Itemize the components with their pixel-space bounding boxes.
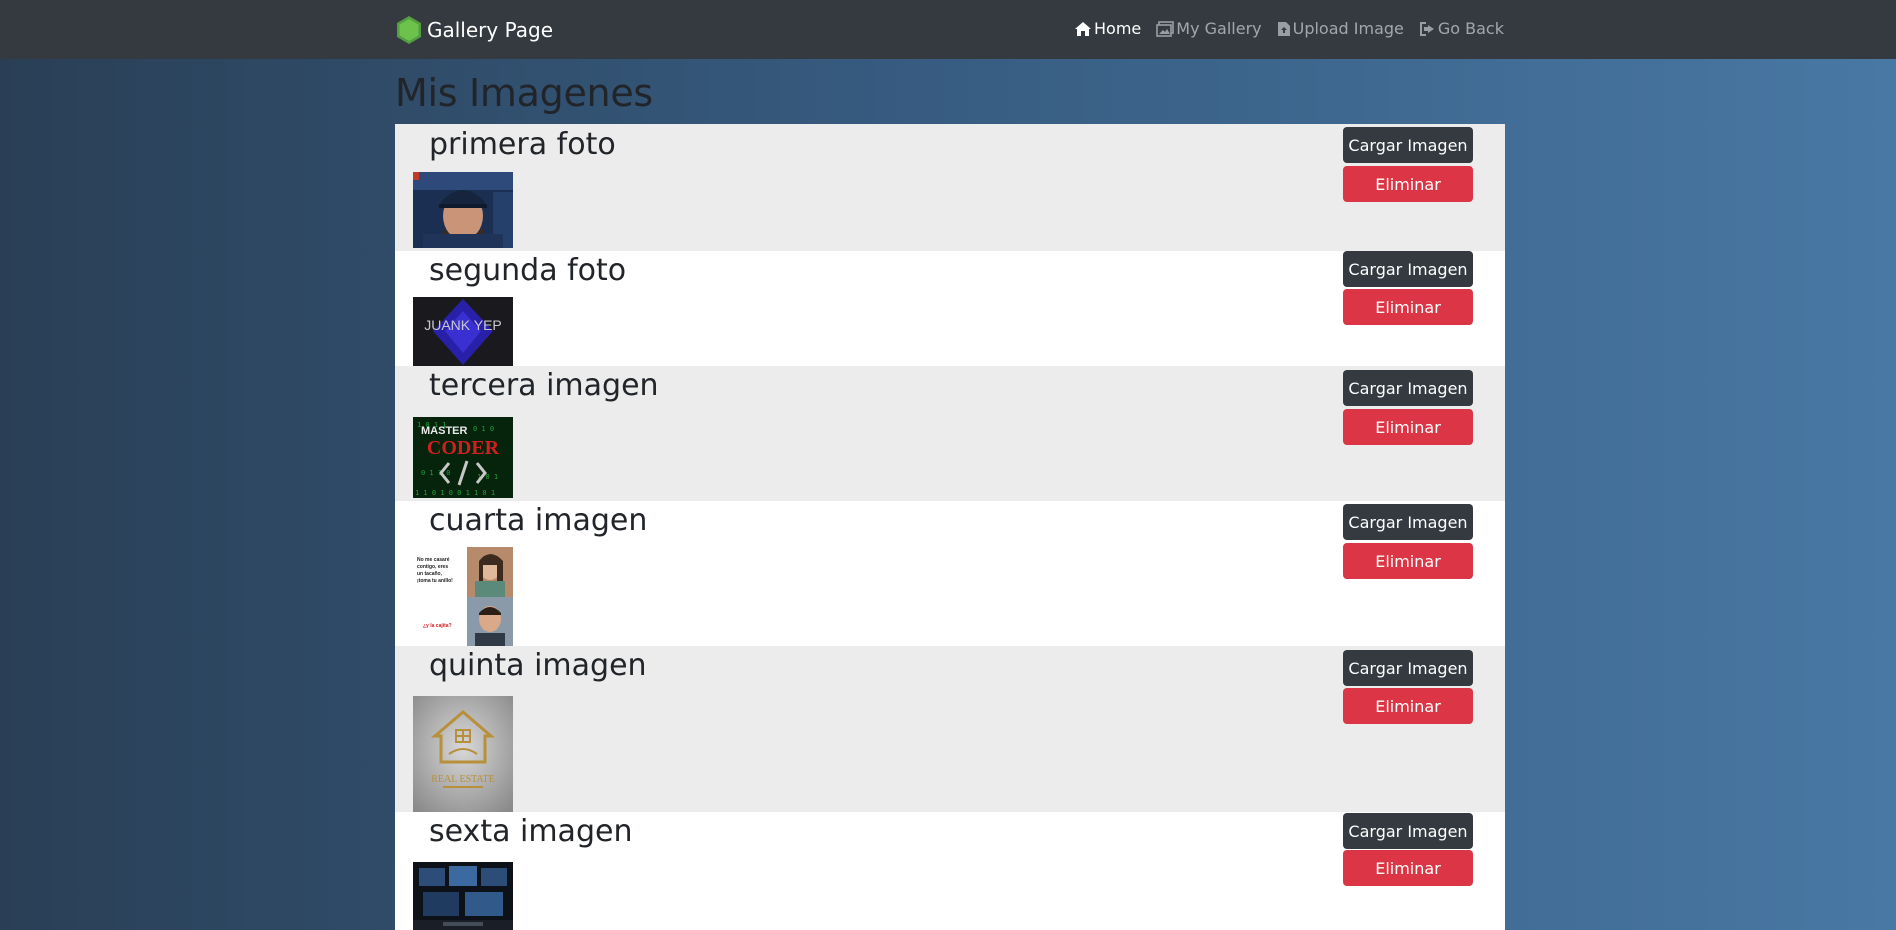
item-title: cuarta imagen xyxy=(429,503,648,538)
nav-upload-image-link[interactable]: Upload Image xyxy=(1277,19,1404,38)
page-title: Mis Imagenes xyxy=(395,71,653,115)
delete-button[interactable]: Eliminar xyxy=(1343,850,1473,886)
item-title: tercera imagen xyxy=(429,368,659,403)
nav-go-back-label: Go Back xyxy=(1437,19,1504,38)
item-thumbnail: REAL ESTATE xyxy=(413,696,513,812)
images-icon xyxy=(1156,20,1176,37)
gallery-item: cuarta imagen No me casaré contigo, eres… xyxy=(395,501,1505,646)
nav-my-gallery-label: My Gallery xyxy=(1176,19,1262,38)
nodejs-logo-icon xyxy=(394,15,424,45)
gallery-item: quinta imagen REAL ESTATE Cargar Imagen … xyxy=(395,646,1505,812)
delete-button[interactable]: Eliminar xyxy=(1343,166,1473,202)
upload-image-button[interactable]: Cargar Imagen xyxy=(1343,370,1473,406)
gallery-list: primera foto Cargar Imagen Eliminar segu… xyxy=(395,124,1505,930)
nav-my-gallery-link[interactable]: My Gallery xyxy=(1156,19,1262,38)
upload-image-button[interactable]: Cargar Imagen xyxy=(1343,127,1473,163)
item-title: sexta imagen xyxy=(429,814,633,849)
navbar: Gallery Page Home My Gallery Upload Imag… xyxy=(0,0,1896,59)
item-thumbnail xyxy=(413,862,513,930)
delete-button[interactable]: Eliminar xyxy=(1343,543,1473,579)
svg-text:0 1 0: 0 1 0 xyxy=(473,425,494,433)
nav-home-link[interactable]: Home xyxy=(1074,19,1141,38)
nav-home-label: Home xyxy=(1094,19,1142,38)
svg-text:contigo, eres: contigo, eres xyxy=(417,564,448,570)
svg-text:un tacaño,: un tacaño, xyxy=(417,571,443,577)
svg-text:CODER: CODER xyxy=(427,437,500,459)
item-title: quinta imagen xyxy=(429,648,647,683)
delete-button[interactable]: Eliminar xyxy=(1343,409,1473,445)
svg-text:1 1 0 1 0 0 1 1 0 1: 1 1 0 1 0 0 1 1 0 1 xyxy=(415,489,495,497)
brand-link[interactable]: Gallery Page xyxy=(394,15,553,45)
svg-text:0 1 1 0: 0 1 1 0 xyxy=(421,469,451,477)
gallery-item: segunda foto JUANK YEP Cargar Imagen Eli… xyxy=(395,251,1505,367)
item-title: segunda foto xyxy=(429,253,627,288)
item-title: primera foto xyxy=(429,127,616,162)
svg-text:¿y la cajita?: ¿y la cajita? xyxy=(423,623,452,629)
nav-go-back-link[interactable]: Go Back xyxy=(1419,19,1504,38)
delete-button[interactable]: Eliminar xyxy=(1343,289,1473,325)
upload-image-button[interactable]: Cargar Imagen xyxy=(1343,650,1473,686)
item-thumbnail: 1 0 1 10 1 0 0 1 1 01 0 1 1 1 0 1 0 0 1 … xyxy=(413,417,513,498)
thumb-caption: JUANK YEP xyxy=(424,317,502,333)
brand-title: Gallery Page xyxy=(427,18,554,42)
item-thumbnail xyxy=(413,172,513,248)
gallery-item: primera foto Cargar Imagen Eliminar xyxy=(395,124,1505,251)
gallery-item: sexta imagen Cargar Imagen Eliminar xyxy=(395,812,1505,930)
svg-text:¡toma tu anillo!: ¡toma tu anillo! xyxy=(417,578,453,584)
delete-button[interactable]: Eliminar xyxy=(1343,688,1473,724)
upload-image-button[interactable]: Cargar Imagen xyxy=(1343,813,1473,849)
home-icon xyxy=(1074,21,1094,37)
upload-image-button[interactable]: Cargar Imagen xyxy=(1343,504,1473,540)
sign-out-icon xyxy=(1419,21,1438,37)
gallery-item: tercera imagen 1 0 1 10 1 0 0 1 1 01 0 1… xyxy=(395,366,1505,501)
nav-links: Home My Gallery Upload Image Go Back xyxy=(1074,19,1504,38)
svg-text:No me casaré: No me casaré xyxy=(417,557,450,563)
thumb-caption: REAL ESTATE xyxy=(431,774,495,785)
item-thumbnail: No me casaré contigo, eres un tacaño, ¡t… xyxy=(413,547,513,646)
upload-image-button[interactable]: Cargar Imagen xyxy=(1343,251,1473,287)
svg-text:MASTER: MASTER xyxy=(421,425,468,437)
item-thumbnail: JUANK YEP xyxy=(413,297,513,367)
file-upload-icon xyxy=(1277,21,1293,37)
nav-upload-image-label: Upload Image xyxy=(1292,19,1404,38)
